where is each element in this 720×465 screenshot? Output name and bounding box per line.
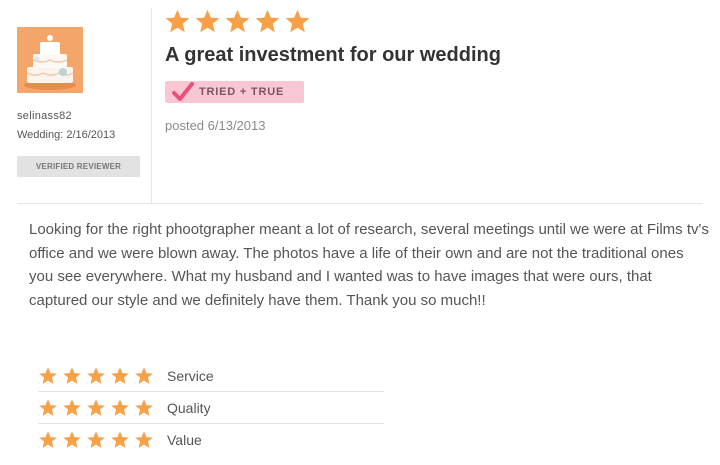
wedding-date: Wedding: 2/16/2013 <box>17 129 116 141</box>
star-icon <box>111 398 129 416</box>
verified-reviewer-badge: VERIFIED REVIEWER <box>17 156 140 177</box>
rating-row-service: Service <box>38 360 384 392</box>
review-title: A great investment for our wedding <box>165 44 501 66</box>
wedding-cake-icon <box>17 27 83 93</box>
star-icon <box>87 366 105 384</box>
star-icon <box>39 431 57 448</box>
star-icon <box>87 431 105 448</box>
rating-label-value: Value <box>167 432 202 448</box>
quality-stars <box>38 398 167 418</box>
star-icon <box>285 9 310 33</box>
reviewer-sidebar: selinass82 Wedding: 2/16/2013 VERIFIED R… <box>0 0 152 203</box>
overall-rating-stars <box>164 8 311 36</box>
star-icon <box>87 398 105 416</box>
star-icon <box>135 431 153 448</box>
category-ratings: Service Quality Value <box>38 360 384 456</box>
service-stars <box>38 366 167 386</box>
horizontal-divider <box>17 203 703 204</box>
star-icon <box>111 431 129 448</box>
avatar[interactable] <box>17 27 83 93</box>
star-icon <box>63 366 81 384</box>
rating-row-value: Value <box>38 424 384 456</box>
star-icon <box>135 366 153 384</box>
tried-and-true-badge: TRIED + TRUE <box>165 81 304 103</box>
star-icon <box>63 431 81 448</box>
review-body: Looking for the right phootgrapher meant… <box>29 221 709 309</box>
badge-label: TRIED + TRUE <box>199 86 285 98</box>
rating-label-service: Service <box>167 367 214 384</box>
rating-label-quality: Quality <box>167 399 211 416</box>
rating-row-quality: Quality <box>38 392 384 424</box>
star-icon <box>63 398 81 416</box>
star-icon <box>195 9 220 33</box>
star-icon <box>39 398 57 416</box>
reviewer-username[interactable]: selinass82 <box>17 110 72 122</box>
checkmark-icon <box>172 82 194 101</box>
star-icon <box>255 9 280 33</box>
star-icon <box>111 366 129 384</box>
star-icon <box>225 9 250 33</box>
star-icon <box>39 366 57 384</box>
vertical-divider <box>151 8 152 203</box>
star-icon <box>165 9 190 33</box>
star-icon <box>135 398 153 416</box>
value-stars <box>38 430 167 450</box>
posted-date: posted 6/13/2013 <box>165 118 266 133</box>
